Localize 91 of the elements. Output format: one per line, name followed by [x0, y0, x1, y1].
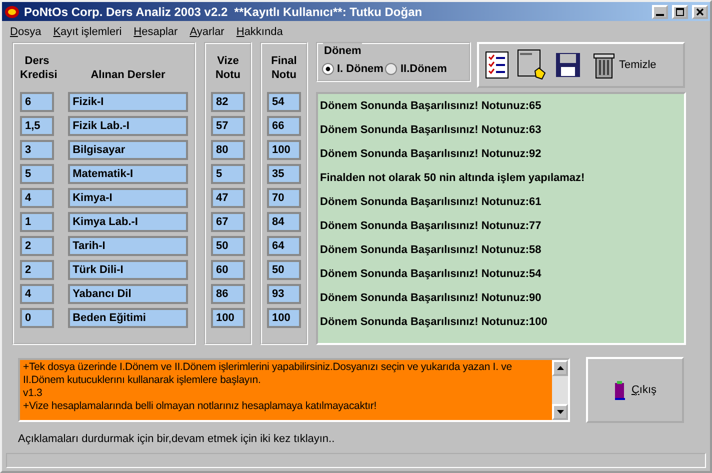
maximize-button[interactable] [672, 4, 688, 18]
final-field[interactable]: 64 [267, 236, 301, 256]
midterm-field[interactable]: 60 [211, 260, 245, 280]
final-field[interactable]: 50 [267, 260, 301, 280]
final-field[interactable]: 100 [267, 140, 301, 160]
exit-door-icon [613, 380, 628, 400]
result-line: Dönem Sonunda Başarılısınız! Notunuz:63 [320, 123, 542, 138]
result-line: Dönem Sonunda Başarılısınız! Notunuz:65 [320, 99, 542, 114]
app-icon [4, 4, 20, 18]
final-field[interactable]: 54 [267, 92, 301, 112]
result-line: Dönem Sonunda Başarılısınız! Notunuz:77 [320, 219, 542, 234]
midterm-field[interactable]: 5 [211, 164, 245, 184]
exit-button[interactable]: Çıkış [586, 357, 684, 423]
result-line: Dönem Sonunda Başarılısınız! Notunuz:58 [320, 243, 542, 258]
course-field[interactable]: Bilgisayar [68, 140, 188, 160]
result-line: Dönem Sonunda Başarılısınız! Notunuz:54 [320, 267, 542, 282]
credit-field[interactable]: 4 [20, 188, 54, 208]
course-field[interactable]: Kimya-I [68, 188, 188, 208]
down-arrow-icon [556, 410, 564, 414]
credit-field[interactable]: 6 [20, 92, 54, 112]
credit-field[interactable]: 1 [20, 212, 54, 232]
course-field[interactable]: Fizik Lab.-I [68, 116, 188, 136]
info-line: v1.3 [23, 387, 44, 400]
clear-button[interactable]: Temizle [593, 51, 656, 79]
midterm-field[interactable]: 86 [211, 284, 245, 304]
up-arrow-icon [556, 366, 564, 370]
credit-field[interactable]: 2 [20, 236, 54, 256]
midterm-field[interactable]: 57 [211, 116, 245, 136]
minimize-button[interactable] [652, 4, 668, 18]
credit-field[interactable]: 0 [20, 308, 54, 328]
radio-button[interactable] [322, 63, 334, 75]
course-field[interactable]: Beden Eğitimi [68, 308, 188, 328]
midterm-field[interactable]: 67 [211, 212, 245, 232]
toolbar-button[interactable] [555, 52, 581, 78]
info-line: +Vize hesaplamalarında belli olmayan notlarınız hesaplamaya katılmayacaktır! [23, 400, 378, 413]
info-text-area[interactable] [18, 358, 570, 422]
scroll-down-button[interactable] [552, 404, 568, 420]
course-field[interactable]: Türk Dili-I [68, 260, 188, 280]
column-header: Ders Kredisi [20, 54, 54, 83]
result-line: Dönem Sonunda Başarılısınız! Notunuz:90 [320, 291, 542, 306]
close-button[interactable] [692, 4, 708, 18]
window-pointer-icon [517, 49, 547, 81]
credit-field[interactable]: 3 [20, 140, 54, 160]
menu-item[interactable]: Ayarlar [190, 24, 224, 37]
radio-label[interactable]: I. Dönem [337, 60, 384, 78]
credit-field[interactable]: 5 [20, 164, 54, 184]
menu-item[interactable]: Dosya [10, 24, 42, 37]
checklist-icon [485, 51, 509, 79]
final-field[interactable]: 93 [267, 284, 301, 304]
midterm-field[interactable]: 47 [211, 188, 245, 208]
info-line: +Tek dosya üzerinde I.Dönem ve II.Dönem işlerimlerini yapabilirsiniz.Dosyanızı seçin ve yukarıda yazan I. ve II.Dönem kutucuklerını kullanarak işlemlere başlayın. [23, 361, 513, 387]
course-field[interactable]: Yabancı Dil [68, 284, 188, 304]
column-header: Alınan Dersler [90, 68, 166, 83]
midterm-field[interactable]: 50 [211, 236, 245, 256]
course-field[interactable]: Matematik-I [68, 164, 188, 184]
result-line: Dönem Sonunda Başarılısınız! Notunuz:100 [320, 315, 548, 330]
menu-item[interactable]: Kayıt işlemleri [53, 24, 122, 37]
credit-field[interactable]: 4 [20, 284, 54, 304]
close-icon [696, 8, 704, 16]
result-line: Dönem Sonunda Başarılısınız! Notunuz:61 [320, 195, 542, 210]
credit-field[interactable]: 2 [20, 260, 54, 280]
result-line: Finalden not olarak 50 nin altında işlem yapılamaz! [320, 171, 586, 186]
maximize-icon [676, 8, 684, 16]
final-field[interactable]: 66 [267, 116, 301, 136]
final-field[interactable]: 84 [267, 212, 301, 232]
toolbar-button[interactable] [485, 51, 509, 79]
radio-label[interactable]: II.Dönem [400, 60, 447, 78]
save-icon [555, 52, 581, 78]
scroll-up-button[interactable] [552, 360, 568, 376]
final-field[interactable]: 100 [267, 308, 301, 328]
minimize-icon [656, 14, 664, 16]
final-field[interactable]: 35 [267, 164, 301, 184]
final-field[interactable]: 70 [267, 188, 301, 208]
result-line: Dönem Sonunda Başarılısınız! Notunuz:92 [320, 147, 542, 162]
course-field[interactable]: Kimya Lab.-I [68, 212, 188, 232]
trash-icon [593, 51, 615, 79]
column-header: Vize Notu [214, 54, 242, 83]
menu-item[interactable]: Hesaplar [134, 24, 178, 37]
midterm-field[interactable]: 82 [211, 92, 245, 112]
midterm-field[interactable]: 100 [211, 308, 245, 328]
course-field[interactable]: Fizik-I [68, 92, 188, 112]
window-title: PoNtOs Corp. Ders Analiz 2003 v2.2 **Kayıtlı Kullanıcı**: Tutku Doğan [24, 4, 424, 20]
toolbar-button[interactable] [517, 49, 547, 81]
course-field[interactable]: Tarih-I [68, 236, 188, 256]
hint-text: Açıklamaları durdurmak için bir,devam etmek için iki kez tıklayın.. [17, 432, 335, 447]
credit-field[interactable]: 1,5 [20, 116, 54, 136]
radio-button[interactable] [385, 63, 398, 75]
menu-item[interactable]: Hakkında [236, 24, 283, 37]
scrollbar[interactable] [552, 360, 568, 420]
midterm-field[interactable]: 80 [211, 140, 245, 160]
column-header: Final Notu [270, 54, 298, 83]
